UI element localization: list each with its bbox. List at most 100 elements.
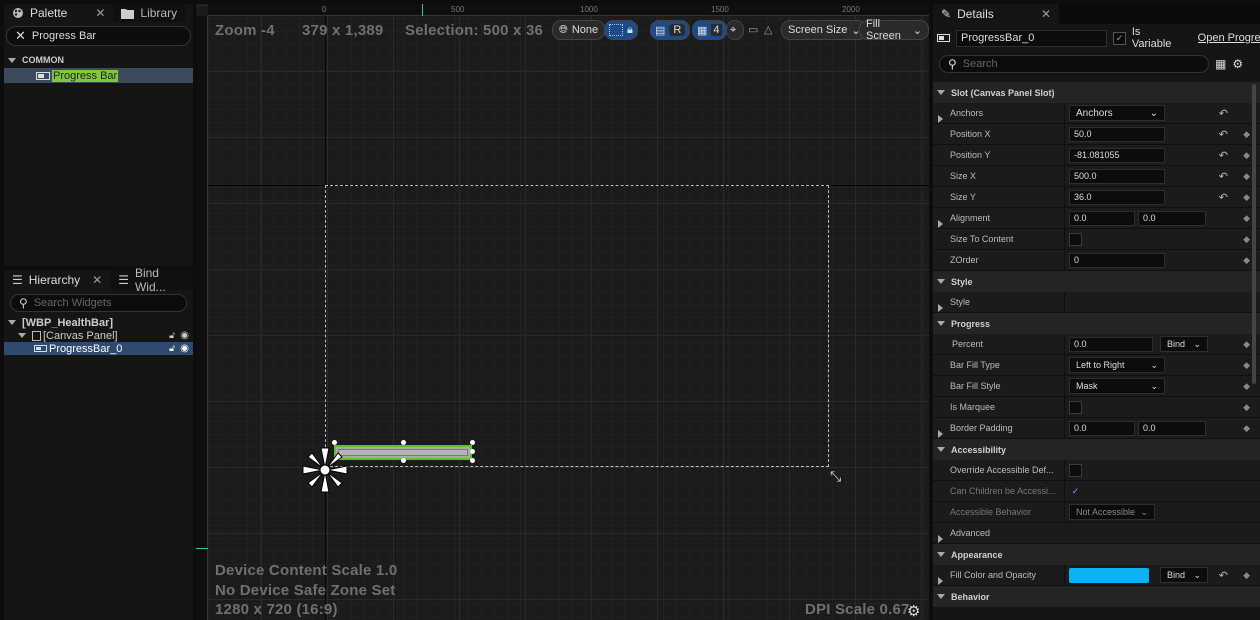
palette-search-input[interactable]: ✕ Progress Bar <box>6 26 191 46</box>
tab-bind-widgets[interactable]: ☰ Bind Wid... <box>110 266 193 294</box>
collapse-arrow-icon <box>937 279 945 284</box>
gear-icon[interactable]: ⚙ <box>907 602 920 620</box>
unlock-icon[interactable]: 🔓︎ <box>169 343 175 354</box>
is-marquee-checkbox[interactable] <box>1069 400 1082 414</box>
border-y-field[interactable]: 0.0 <box>1138 420 1206 436</box>
section-appearance[interactable]: Appearance <box>933 544 1260 565</box>
designer-viewport[interactable]: 0 500 1000 1500 2000 Zoom -4 379 x 1,389… <box>196 4 929 620</box>
pin-icon[interactable]: ◆ <box>1243 234 1250 245</box>
reset-icon[interactable]: ↶ <box>1219 128 1228 141</box>
select-mode-button[interactable]: ⌖ <box>726 20 744 40</box>
tree-item-root[interactable]: [WBP_HealthBar] <box>4 316 193 329</box>
lock-icon[interactable]: 🔒︎ <box>627 24 633 37</box>
details-scrollbar[interactable] <box>1252 84 1256 384</box>
selection-handle[interactable] <box>401 458 406 463</box>
close-icon[interactable]: ✕ <box>1041 7 1051 21</box>
category-common[interactable]: COMMON <box>4 52 193 68</box>
fill-color-swatch[interactable] <box>1069 567 1149 583</box>
reset-icon[interactable]: ↶ <box>1219 107 1228 120</box>
eye-icon[interactable]: ◉ <box>180 343 189 354</box>
image-icon[interactable]: ▭ <box>748 23 758 36</box>
pin-icon[interactable]: ◆ <box>1243 129 1250 140</box>
anchors-dropdown[interactable]: Anchors ⌄ <box>1069 105 1165 121</box>
pin-icon[interactable]: ◆ <box>1243 423 1250 434</box>
expand-arrow-icon[interactable] <box>938 430 943 438</box>
section-style[interactable]: Style <box>933 271 1260 292</box>
selection-handle[interactable] <box>401 440 406 445</box>
palette-item-progress-bar[interactable]: Progress Bar <box>4 68 193 83</box>
tree-item-canvas[interactable]: [Canvas Panel] 🔓︎ ◉ <box>4 329 193 342</box>
pin-icon[interactable]: ◆ <box>1243 570 1250 581</box>
override-accessible-checkbox[interactable] <box>1069 463 1082 477</box>
pin-icon[interactable]: ◆ <box>1243 192 1250 203</box>
unlock-icon[interactable]: 🔓︎ <box>169 330 175 341</box>
screen-size-dropdown[interactable]: Screen Size ⌄ <box>781 20 868 40</box>
settings-icon[interactable]: ⚙ <box>1232 57 1243 71</box>
ruler-top[interactable]: 0 500 1000 1500 2000 <box>208 4 929 16</box>
pin-icon[interactable]: ◆ <box>1243 150 1250 161</box>
section-progress[interactable]: Progress <box>933 313 1260 334</box>
pin-icon[interactable]: ◆ <box>1243 171 1250 182</box>
warning-icon[interactable]: △ <box>764 23 772 36</box>
size-to-content-checkbox[interactable] <box>1069 232 1082 246</box>
pin-icon[interactable]: ◆ <box>1243 381 1250 392</box>
tab-hierarchy[interactable]: ☰ Hierarchy ✕ <box>4 270 111 290</box>
grid-snap-toggle[interactable]: ▦ 4 <box>692 20 727 40</box>
table-view-icon[interactable]: ▦ <box>1215 57 1226 71</box>
reset-icon[interactable]: ↶ <box>1219 170 1228 183</box>
pin-icon[interactable]: ◆ <box>1243 360 1250 371</box>
tab-palette[interactable]: Palette ✕ <box>4 4 114 22</box>
reset-icon[interactable]: ↶ <box>1219 191 1228 204</box>
pin-icon[interactable]: ◆ <box>1243 213 1250 224</box>
selection-handle[interactable] <box>470 440 475 445</box>
pin-icon[interactable]: ◆ <box>1243 255 1250 266</box>
pin-icon[interactable]: ◆ <box>1243 339 1250 350</box>
selection-handle[interactable] <box>470 449 475 454</box>
close-icon[interactable]: ✕ <box>95 6 105 20</box>
eye-icon[interactable]: ◉ <box>180 330 189 341</box>
reset-icon[interactable]: ↶ <box>1219 569 1228 582</box>
bar-fill-type-dropdown[interactable]: Left to Right ⌄ <box>1069 357 1165 373</box>
percent-bind-dropdown[interactable]: Bind ⌄ <box>1160 336 1208 352</box>
expand-arrow-icon[interactable] <box>938 304 943 312</box>
position-x-field[interactable]: 50.0 <box>1069 126 1165 142</box>
section-behavior[interactable]: Behavior <box>933 586 1260 607</box>
fill-color-bind-dropdown[interactable]: Bind ⌄ <box>1160 567 1208 583</box>
respect-locks-toggle[interactable]: ▤ R <box>650 20 691 40</box>
close-icon[interactable]: ✕ <box>92 273 102 287</box>
section-slot[interactable]: Slot (Canvas Panel Slot) <box>933 82 1260 103</box>
clear-icon[interactable]: ✕ <box>15 28 26 44</box>
fill-screen-dropdown[interactable]: Fill Screen ⌄ <box>859 18 929 42</box>
snap-toggle-group[interactable]: 🔒︎ <box>604 20 638 40</box>
expand-arrow-icon[interactable] <box>938 115 943 123</box>
widget-bounds[interactable] <box>325 185 829 467</box>
position-y-field[interactable]: -81.081055 <box>1069 147 1165 163</box>
tab-library[interactable]: Library <box>113 4 186 22</box>
pin-icon[interactable]: ◆ <box>1243 402 1250 413</box>
percent-field[interactable]: 0.0 <box>1069 336 1153 352</box>
expand-arrow-icon[interactable] <box>938 577 943 585</box>
details-search-input[interactable]: ⚲ Search <box>939 55 1209 73</box>
open-asset-link[interactable]: Open Progres <box>1198 32 1260 44</box>
alignment-x-field[interactable]: 0.0 <box>1069 210 1135 226</box>
tree-item-progressbar[interactable]: ProgressBar_0 🔓︎ ◉ <box>4 342 193 355</box>
localization-preview-button[interactable]: 🌐︎ None <box>552 20 606 40</box>
is-variable-checkbox[interactable]: ✓ <box>1113 31 1126 45</box>
ruler-left[interactable] <box>196 16 208 620</box>
selection-handle[interactable] <box>470 458 475 463</box>
anchor-icon[interactable] <box>299 444 351 499</box>
resize-handle-icon[interactable]: ⤡ <box>830 468 841 485</box>
section-accessibility[interactable]: Accessibility <box>933 439 1260 460</box>
prop-advanced[interactable]: Advanced <box>933 523 1260 544</box>
tab-details[interactable]: ✎ Details ✕ <box>933 4 1059 24</box>
alignment-y-field[interactable]: 0.0 <box>1138 210 1206 226</box>
widget-name-field[interactable]: ProgressBar_0 <box>956 29 1108 47</box>
size-y-field[interactable]: 36.0 <box>1069 189 1165 205</box>
reset-icon[interactable]: ↶ <box>1219 149 1228 162</box>
expand-arrow-icon[interactable] <box>938 220 943 228</box>
hierarchy-search-input[interactable]: ⚲ Search Widgets <box>10 294 187 312</box>
bar-fill-style-dropdown[interactable]: Mask ⌄ <box>1069 378 1165 394</box>
size-x-field[interactable]: 500.0 <box>1069 168 1165 184</box>
border-x-field[interactable]: 0.0 <box>1069 420 1135 436</box>
zorder-field[interactable]: 0 <box>1069 252 1165 268</box>
